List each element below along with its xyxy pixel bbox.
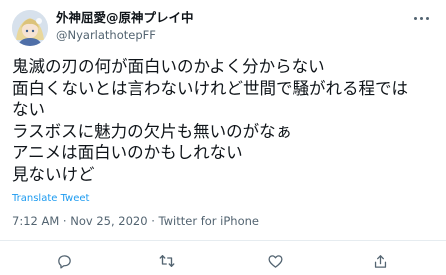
reply-icon[interactable] [54,251,74,271]
tweet-line: ラスボスに魅力の欠片も無いのがなぁ [12,121,293,141]
user-handle[interactable]: @NyarlathotepFF [56,27,194,43]
retweet-icon[interactable] [157,251,177,271]
avatar[interactable] [12,10,48,46]
translate-tweet-link[interactable]: Translate Tweet [12,193,89,204]
tweet-meta: 7:12 AM · Nov 25, 2020 · Twitter for iPh… [12,214,259,228]
divider [0,240,446,241]
user-header: 外神屈愛@原神プレイ中 @NyarlathotepFF [56,9,194,43]
tweet-line: 見ないけど [12,164,95,184]
tweet-line: アニメは面白いのかもしれない [12,143,243,162]
action-bar [0,247,446,275]
tweet-text: 鬼滅の刃の何が面白いのかよく分からない 面白くないとは言わないけれど世間で騒がれ… [12,56,438,185]
share-icon[interactable] [370,251,390,271]
tweet: 外神屈愛@原神プレイ中 @NyarlathotepFF 鬼滅の刃の何が面白いのか… [0,0,446,275]
more-icon[interactable] [410,10,432,26]
display-name[interactable]: 外神屈愛@原神プレイ中 [56,9,194,26]
tweet-line: ない [12,100,45,119]
avatar-image [12,10,48,46]
tweet-line: 鬼滅の刃の何が面白いのかよく分からない [12,57,325,76]
like-icon[interactable] [265,251,285,271]
tweet-line: 面白くないとは言わないけれど世間で騒がれる程では [12,78,408,98]
